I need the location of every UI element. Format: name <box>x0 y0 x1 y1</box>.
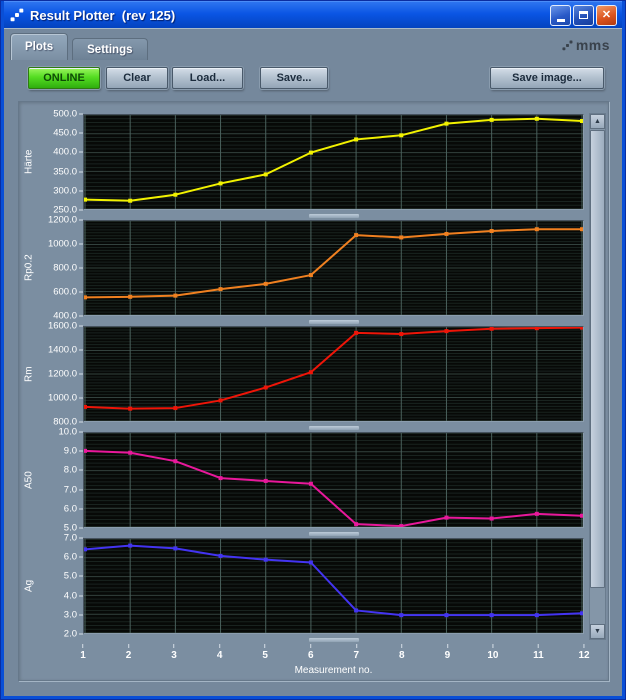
x-tick-label: 4 <box>217 644 222 661</box>
y-tick-label: 1000.0 <box>48 393 83 404</box>
mms-logo-icon <box>562 40 573 51</box>
x-axis-ticks: 1 2 3 4 5 6 7 8 9 10 11 12 <box>80 644 590 664</box>
arrow-up-icon: ▲ <box>594 118 601 125</box>
splitter-grip[interactable] <box>307 213 360 219</box>
y-axis-ticks: 1600.0 1400.0 1200.0 1000.0 800.0 <box>37 321 83 428</box>
y-tick-label: 800.0 <box>53 263 83 274</box>
y-tick-label: 600.0 <box>53 287 83 298</box>
maximize-icon <box>579 11 588 19</box>
y-tick-label: 1000.0 <box>48 239 83 250</box>
vertical-scrollbar[interactable]: ▲ ▼ <box>589 113 606 640</box>
splitter-grip[interactable] <box>307 531 360 537</box>
charts-stack: Härte 500.0 450.0 400.0 350.0 300.0 250.0 Rp0… <box>21 109 584 643</box>
x-tick-label: 9 <box>445 644 450 661</box>
chart-row-haerte: Härte 500.0 450.0 400.0 350.0 300.0 250.0 <box>21 109 584 219</box>
y-tick-label: 1400.0 <box>48 345 83 356</box>
plot-a50 <box>83 432 584 528</box>
x-tick-label: 5 <box>262 644 268 661</box>
scrollbar-thumb[interactable] <box>590 130 605 588</box>
chart-row-rm: Rm 1600.0 1400.0 1200.0 1000.0 800.0 <box>21 321 584 431</box>
y-tick-label: 10.0 <box>59 427 83 438</box>
window-body: Plots Settings mms ONLINE Clear Load... … <box>4 28 622 696</box>
mms-logo-text: mms <box>575 37 610 53</box>
app-window: Result Plotter (rev 125) ✕ Plots Setting… <box>0 0 626 700</box>
y-tick-label: 9.0 <box>64 446 83 457</box>
splitter-grip[interactable] <box>307 637 360 643</box>
y-tick-label: 3.0 <box>64 609 83 620</box>
minimize-icon <box>556 18 565 22</box>
plot-rm <box>83 326 584 422</box>
splitter-grip[interactable] <box>307 425 360 431</box>
y-tick-label: 4.0 <box>64 590 83 601</box>
x-tick-label: 7 <box>353 644 359 661</box>
y-tick-label: 6.0 <box>64 552 83 563</box>
y-axis-label-haerte: Härte <box>23 149 35 175</box>
y-tick-label: 6.0 <box>64 503 83 514</box>
y-tick-label: 300.0 <box>53 185 83 196</box>
y-axis-label-rp02: Rp0.2 <box>23 254 35 282</box>
y-tick-label: 5.0 <box>64 571 83 582</box>
load-button[interactable]: Load... <box>172 67 243 89</box>
title-bar[interactable]: Result Plotter (rev 125) ✕ <box>4 1 622 28</box>
minimize-button[interactable] <box>550 4 571 26</box>
save-button[interactable]: Save... <box>260 67 328 89</box>
y-axis-ticks: 500.0 450.0 400.0 350.0 300.0 250.0 <box>37 109 83 216</box>
y-axis-ticks: 7.0 6.0 5.0 4.0 3.0 2.0 <box>37 533 83 640</box>
y-axis-label-rm: Rm <box>23 366 35 382</box>
x-tick-label: 8 <box>399 644 405 661</box>
y-tick-label: 400.0 <box>53 147 83 158</box>
y-tick-label: 1600.0 <box>48 321 83 332</box>
scrollbar-down-button[interactable]: ▼ <box>590 624 605 639</box>
y-tick-label: 2.0 <box>64 629 83 640</box>
y-tick-label: 450.0 <box>53 128 83 139</box>
x-tick-label: 12 <box>578 644 590 661</box>
close-button[interactable]: ✕ <box>596 4 617 26</box>
chart-row-ag: Ag 7.0 6.0 5.0 4.0 3.0 2.0 <box>21 533 584 643</box>
y-tick-label: 350.0 <box>53 166 83 177</box>
window-title: Result Plotter (rev 125) <box>30 7 176 23</box>
tab-plots[interactable]: Plots <box>10 33 69 60</box>
maximize-button[interactable] <box>573 4 594 26</box>
app-icon <box>10 8 24 22</box>
y-tick-label: 1200.0 <box>48 369 83 380</box>
y-axis-ticks: 10.0 9.0 8.0 7.0 6.0 5.0 <box>37 427 83 534</box>
clear-button[interactable]: Clear <box>106 67 168 89</box>
y-tick-label: 8.0 <box>64 465 83 476</box>
plot-rp02 <box>83 220 584 316</box>
tab-bar: Plots Settings <box>10 33 148 60</box>
y-tick-label: 1200.0 <box>48 215 83 226</box>
mms-logo: mms <box>562 37 610 53</box>
x-tick-label: 3 <box>171 644 177 661</box>
y-tick-label: 7.0 <box>64 533 83 544</box>
scrollbar-up-button[interactable]: ▲ <box>590 114 605 129</box>
x-axis: 1 2 3 4 5 6 7 8 9 10 11 12 Measurement no. <box>80 644 590 684</box>
x-axis-title: Measurement no. <box>294 665 373 676</box>
y-tick-label: 500.0 <box>53 109 83 120</box>
x-tick-label: 11 <box>533 644 544 661</box>
save-image-button[interactable]: Save image... <box>490 67 604 89</box>
online-indicator-button[interactable]: ONLINE <box>28 67 100 89</box>
x-tick-label: 2 <box>126 644 131 661</box>
toolbar: ONLINE Clear Load... Save... Save image.… <box>4 67 622 91</box>
plots-panel: Härte 500.0 450.0 400.0 350.0 300.0 250.0 Rp0… <box>18 101 609 681</box>
x-tick-label: 6 <box>308 644 314 661</box>
y-axis-ticks: 1200.0 1000.0 800.0 600.0 400.0 <box>37 215 83 322</box>
chart-row-a50: A50 10.0 9.0 8.0 7.0 6.0 5.0 <box>21 427 584 537</box>
tab-settings[interactable]: Settings <box>72 38 148 60</box>
splitter-grip[interactable] <box>307 319 360 325</box>
x-tick-label: 10 <box>487 644 498 661</box>
plot-ag <box>83 538 584 634</box>
chart-row-rp02: Rp0.2 1200.0 1000.0 800.0 600.0 400.0 <box>21 215 584 325</box>
x-tick-label: 1 <box>80 644 86 661</box>
close-icon: ✕ <box>601 8 612 21</box>
y-axis-label-ag: Ag <box>23 579 35 593</box>
plot-haerte <box>83 114 584 210</box>
arrow-down-icon: ▼ <box>594 628 601 635</box>
y-axis-label-a50: A50 <box>23 471 35 489</box>
y-tick-label: 7.0 <box>64 484 83 495</box>
